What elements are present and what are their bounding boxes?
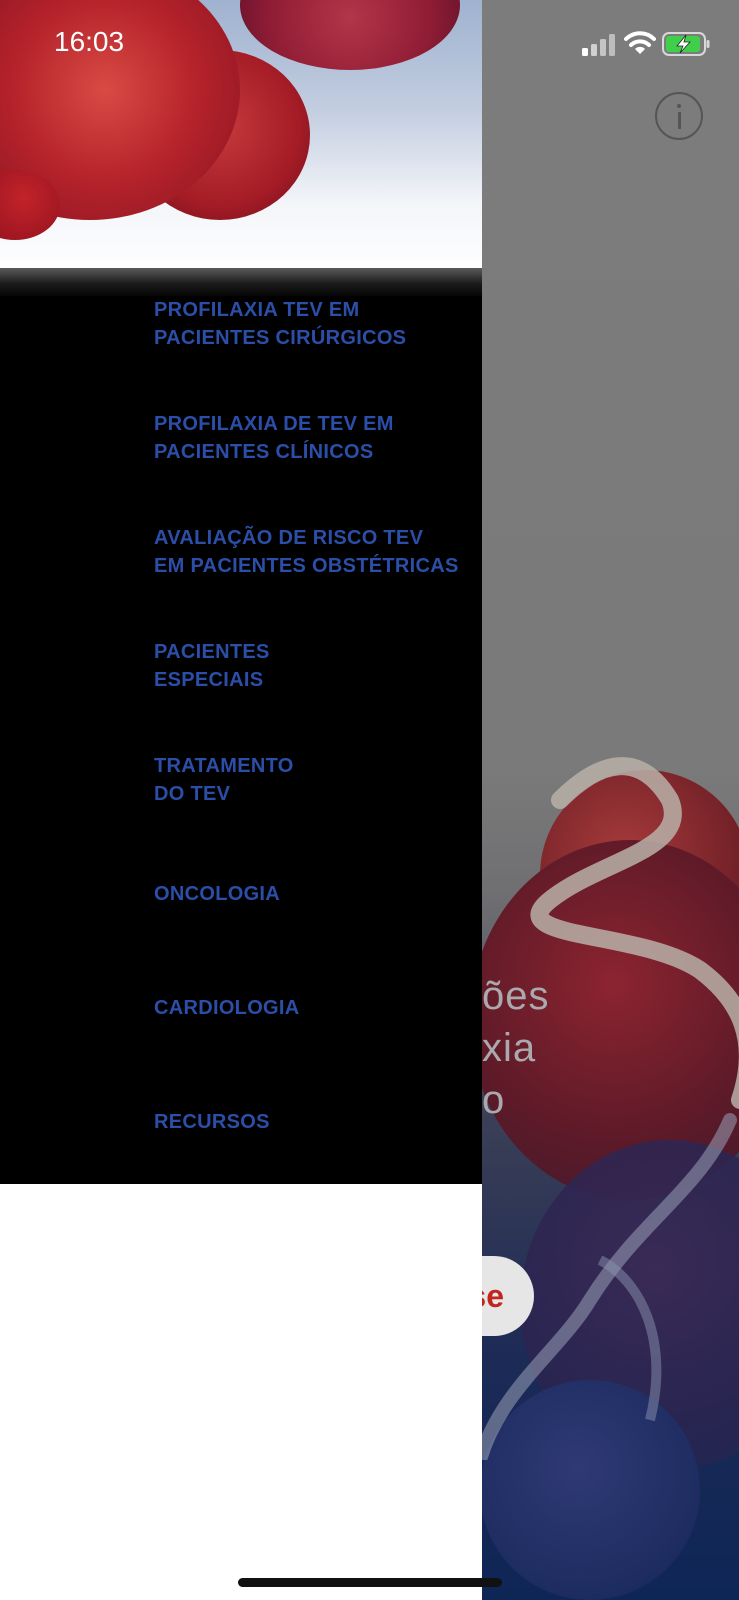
home-indicator[interactable] (238, 1578, 502, 1587)
wifi-icon (624, 31, 656, 54)
menu-item-pacientes-especiais[interactable]: PACIENTES ESPECIAIS (154, 638, 474, 694)
background-headline-line: ões (482, 974, 550, 1018)
menu-item-cardiologia[interactable]: CARDIOLOGIA (154, 994, 474, 1022)
status-time: 16:03 (54, 26, 125, 57)
menu-item-label: PROFILAXIA TEV EM (154, 299, 360, 321)
menu-item-label: RECURSOS (154, 1111, 270, 1133)
menu-item-label: EM PACIENTES OBSTÉTRICAS (154, 555, 459, 577)
menu-item-label: AVALIAÇÃO DE RISCO TEV (154, 527, 424, 549)
info-icon[interactable] (655, 92, 703, 140)
menu-item-label: PACIENTES CLÍNICOS (154, 441, 374, 463)
menu-item-profilaxia-clinicos[interactable]: PROFILAXIA DE TEV EM PACIENTES CLÍNICOS (154, 410, 474, 466)
menu-item-avaliacao-risco-obstetricas[interactable]: AVALIAÇÃO DE RISCO TEV EM PACIENTES OBST… (154, 524, 474, 580)
menu-item-label: DO TEV (154, 783, 231, 805)
background-headline-line: o (482, 1078, 506, 1122)
menu-item-label: CARDIOLOGIA (154, 997, 300, 1019)
menu-item-label: ESPECIAIS (154, 669, 264, 691)
battery-charging-icon (662, 32, 710, 56)
side-drawer: PROFILAXIA TEV EM PACIENTES CIRÚRGICOS P… (0, 0, 482, 1600)
drawer-menu: PROFILAXIA TEV EM PACIENTES CIRÚRGICOS P… (0, 296, 482, 1184)
cellular-signal-icon (582, 34, 615, 56)
menu-item-label: TRATAMENTO (154, 755, 294, 777)
menu-item-oncologia[interactable]: ONCOLOGIA (154, 880, 474, 908)
menu-item-tratamento-tev[interactable]: TRATAMENTO DO TEV (154, 752, 474, 808)
background-headline: ões xia o (482, 970, 550, 1126)
menu-item-label: PACIENTES CIRÚRGICOS (154, 327, 407, 349)
menu-item-profilaxia-cirurgicos[interactable]: PROFILAXIA TEV EM PACIENTES CIRÚRGICOS (154, 296, 474, 352)
menu-item-label: PROFILAXIA DE TEV EM (154, 413, 394, 435)
menu-item-label: PACIENTES (154, 641, 270, 663)
background-headline-line: xia (482, 1026, 537, 1070)
menu-item-recursos[interactable]: RECURSOS (154, 1108, 474, 1136)
menu-item-label: ONCOLOGIA (154, 883, 281, 905)
